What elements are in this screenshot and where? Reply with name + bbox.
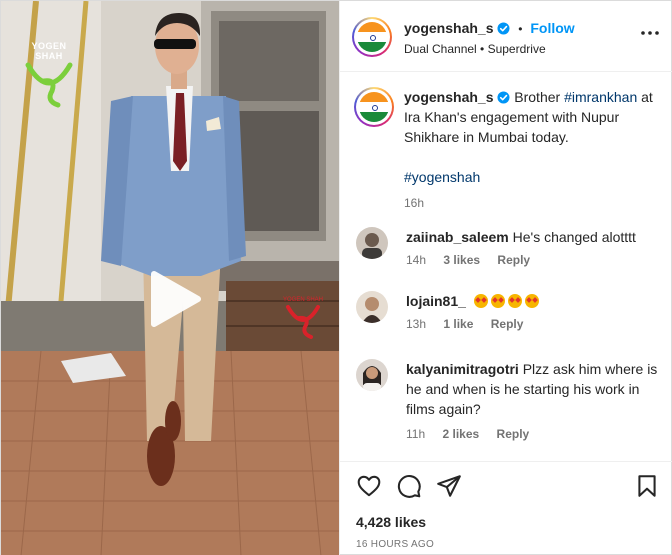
- post-timestamp[interactable]: 16 HOURS AGO: [356, 539, 434, 550]
- comment-timestamp[interactable]: 13h: [406, 317, 426, 331]
- star-struck-emoji-icon: [473, 294, 488, 308]
- comments-list[interactable]: yogenshah_s Brother #imrankhan at Ira Kh…: [340, 73, 672, 461]
- flag-avatar-image: [359, 92, 389, 122]
- logo-icon: [286, 305, 320, 339]
- commenter-avatar[interactable]: [356, 291, 388, 323]
- comment-likes[interactable]: 3 likes: [443, 253, 480, 267]
- caption-body-start: Brother: [514, 89, 565, 105]
- play-button[interactable]: [140, 266, 206, 332]
- comment-username[interactable]: lojain81_: [406, 293, 466, 309]
- hashtag-link[interactable]: #yogenshah: [404, 169, 480, 185]
- post-side-panel: yogenshah_s • Follow Dual Channel • Supe…: [339, 1, 672, 555]
- reply-button[interactable]: Reply: [491, 317, 524, 331]
- avatar-image: [356, 359, 388, 391]
- hashtag-link[interactable]: #imrankhan: [564, 89, 637, 105]
- commenter-avatar[interactable]: [356, 359, 388, 391]
- header-username[interactable]: yogenshah_s: [404, 20, 493, 36]
- header-separator: •: [518, 22, 523, 36]
- star-struck-emoji-icon: [524, 294, 539, 308]
- caption-text: yogenshah_s Brother #imrankhan at Ira Kh…: [404, 87, 659, 213]
- comment-text: He's changed alotttt: [512, 229, 636, 245]
- comment-icon[interactable]: [396, 473, 422, 499]
- star-struck-emoji-icon: [507, 294, 522, 308]
- comment-emojis: [473, 293, 542, 309]
- play-icon: [151, 271, 201, 327]
- share-icon[interactable]: [436, 473, 462, 499]
- caption-username[interactable]: yogenshah_s: [404, 89, 493, 105]
- more-horizontal-icon[interactable]: [638, 21, 662, 45]
- reply-button[interactable]: Reply: [497, 253, 530, 267]
- avatar-image: [356, 227, 388, 259]
- comment-username[interactable]: kalyanimitragotri: [406, 361, 519, 377]
- watermark-logo-top: YOGEN SHAH: [19, 41, 79, 114]
- comment-timestamp[interactable]: 11h: [406, 427, 425, 441]
- instagram-post-modal: YOGEN SHAH YOGEN SHAH yogenshah_s • Foll…: [0, 0, 672, 555]
- comment-username[interactable]: zaiinab_saleem: [406, 229, 509, 245]
- flag-avatar-image: [357, 22, 387, 52]
- reply-button[interactable]: Reply: [497, 427, 530, 441]
- likes-count[interactable]: 4,428 likes: [356, 514, 426, 530]
- follow-button[interactable]: Follow: [530, 20, 574, 36]
- bookmark-icon[interactable]: [634, 473, 660, 499]
- watermark-logo-mid: YOGEN SHAH: [280, 297, 326, 344]
- comment-likes[interactable]: 2 likes: [442, 427, 479, 441]
- star-struck-emoji-icon: [490, 294, 505, 308]
- comment-timestamp[interactable]: 14h: [406, 253, 426, 267]
- caption-avatar[interactable]: [354, 87, 394, 127]
- caption-timestamp[interactable]: 16h: [404, 196, 424, 210]
- commenter-avatar[interactable]: [356, 227, 388, 259]
- logo-icon: [25, 62, 73, 108]
- verified-badge-icon: [497, 91, 510, 104]
- post-video[interactable]: YOGEN SHAH YOGEN SHAH: [1, 1, 339, 555]
- verified-badge-icon: [497, 22, 510, 35]
- heart-icon[interactable]: [356, 473, 382, 499]
- profile-avatar[interactable]: [352, 17, 392, 57]
- avatar-image: [356, 291, 388, 323]
- post-header: yogenshah_s • Follow Dual Channel • Supe…: [340, 1, 672, 72]
- post-actions: 4,428 likes 16 HOURS AGO: [340, 461, 672, 555]
- audio-track-link[interactable]: Dual Channel • Superdrive: [404, 42, 546, 56]
- comment-likes[interactable]: 1 like: [443, 317, 473, 331]
- watermark-text: YOGEN SHAH: [31, 41, 67, 61]
